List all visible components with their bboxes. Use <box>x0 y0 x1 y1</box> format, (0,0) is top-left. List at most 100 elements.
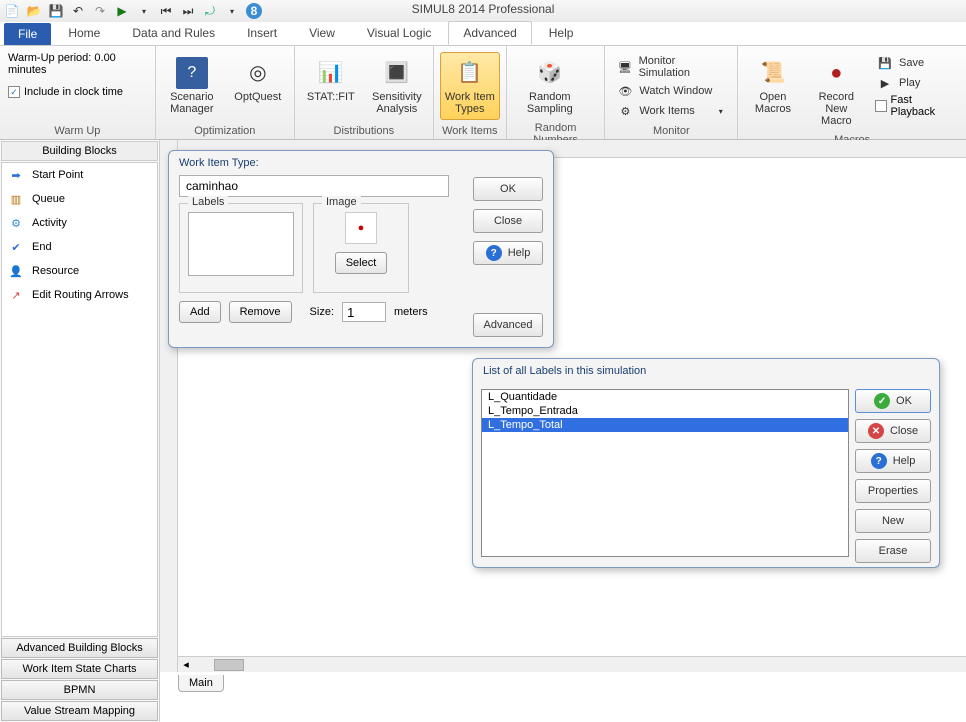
include-clock-checkbox[interactable]: ✓ Include in clock time <box>8 86 123 98</box>
close-button[interactable]: Close <box>473 209 543 233</box>
building-blocks-panel: Building Blocks ➡Start Point ▥Queue ⚙Act… <box>0 140 160 722</box>
sidebar-item-end[interactable]: ✔End <box>2 235 157 259</box>
workitem-icon: 📋 <box>454 57 486 89</box>
dropdown-icon[interactable]: ▾ <box>224 3 240 19</box>
labels-listbox[interactable] <box>188 212 294 276</box>
watch-icon: 👁 <box>617 83 633 99</box>
file-tab[interactable]: File <box>4 23 51 45</box>
select-image-button[interactable]: Select <box>335 252 388 274</box>
macros-icon: 📜 <box>757 57 789 89</box>
play-icon: ▶ <box>877 75 893 91</box>
record-macro-button[interactable]: ● Record New Macro <box>808 52 865 132</box>
tab-insert[interactable]: Insert <box>232 21 292 45</box>
open-macros-button[interactable]: 📜 Open Macros <box>744 52 801 120</box>
ribbon: Warm-Up period: 0.00 minutes ✓ Include i… <box>0 46 966 140</box>
optquest-button[interactable]: ◎ OptQuest <box>228 52 288 108</box>
tab-home[interactable]: Home <box>53 21 115 45</box>
work-item-name-input[interactable] <box>179 175 449 197</box>
scenario-manager-button[interactable]: ? Scenario Manager <box>162 52 222 120</box>
save-icon[interactable]: 💾 <box>48 3 64 19</box>
sidebar-item-routing[interactable]: ↗Edit Routing Arrows <box>2 283 157 307</box>
save-macro-button[interactable]: 💾Save <box>875 54 956 72</box>
horizontal-scrollbar[interactable]: ◂ <box>178 656 966 672</box>
labels-list-dialog: List of all Labels in this simulation L_… <box>472 358 940 568</box>
size-unit: meters <box>394 306 428 318</box>
chevron-down-icon: ▾ <box>719 107 723 116</box>
person-icon: 👤 <box>8 263 24 279</box>
tab-visual-logic[interactable]: Visual Logic <box>352 21 447 45</box>
labels-erase-button[interactable]: Erase <box>855 539 931 563</box>
monitor-simulation-button[interactable]: 🖥Monitor Simulation <box>615 54 727 80</box>
skip-fwd-icon[interactable]: ⏭ <box>180 3 196 19</box>
sidebar-item-queue[interactable]: ▥Queue <box>2 187 157 211</box>
redo-icon[interactable]: ↷ <box>92 3 108 19</box>
tab-data-rules[interactable]: Data and Rules <box>117 21 230 45</box>
sidebar-item-activity[interactable]: ⚙Activity <box>2 211 157 235</box>
tab-help[interactable]: Help <box>534 21 589 45</box>
sensitivity-icon: 🔳 <box>381 57 413 89</box>
labels-simulation-listbox[interactable]: L_Quantidade L_Tempo_Entrada L_Tempo_Tot… <box>481 389 849 557</box>
work-items-dropdown[interactable]: ⚙Work Items▾ <box>615 102 727 120</box>
statfit-icon: 📊 <box>315 57 347 89</box>
building-blocks-header[interactable]: Building Blocks <box>1 141 158 161</box>
sidebar-item-start-point[interactable]: ➡Start Point <box>2 163 157 187</box>
run-icon[interactable]: ▶ <box>114 3 130 19</box>
work-item-state-charts-button[interactable]: Work Item State Charts <box>1 659 158 679</box>
group-workitems: Work Items <box>440 123 500 139</box>
reset-icon[interactable]: ⤾ <box>202 3 218 19</box>
undo-icon[interactable]: ↶ <box>70 3 86 19</box>
target-icon: ◎ <box>242 57 274 89</box>
dialog-title: Work Item Type: <box>169 151 553 171</box>
bpmn-button[interactable]: BPMN <box>1 680 158 700</box>
save-icon: 💾 <box>877 55 893 71</box>
main-sheet-tab[interactable]: Main <box>178 675 224 692</box>
random-sampling-button[interactable]: 🎲 Random Sampling <box>513 52 587 120</box>
close-icon: ✕ <box>868 423 884 439</box>
gear-icon: ⚙ <box>617 103 633 119</box>
warmup-period-label: Warm-Up period: 0.00 minutes <box>8 52 149 76</box>
image-preview: ● <box>345 212 377 244</box>
remove-label-button[interactable]: Remove <box>229 301 292 323</box>
group-distributions: Distributions <box>301 123 427 139</box>
watch-window-button[interactable]: 👁Watch Window <box>615 82 727 100</box>
list-item-selected[interactable]: L_Tempo_Total <box>482 418 848 432</box>
skip-back-icon[interactable]: ⏮ <box>158 3 174 19</box>
group-optimization: Optimization <box>162 123 288 139</box>
queue-icon: ▥ <box>8 191 24 207</box>
tab-view[interactable]: View <box>294 21 350 45</box>
help-button[interactable]: ?Help <box>473 241 543 265</box>
help-icon: ? <box>871 453 887 469</box>
size-input[interactable] <box>342 302 386 322</box>
list-item[interactable]: L_Tempo_Entrada <box>482 404 848 418</box>
value-stream-mapping-button[interactable]: Value Stream Mapping <box>1 701 158 721</box>
work-item-type-dialog: Work Item Type: Labels Image ● Select Ad… <box>168 150 554 348</box>
advanced-button[interactable]: Advanced <box>473 313 543 337</box>
labels-new-button[interactable]: New <box>855 509 931 533</box>
app-title: SIMUL8 2014 Professional <box>412 2 555 16</box>
add-label-button[interactable]: Add <box>179 301 221 323</box>
size-label: Size: <box>310 306 334 318</box>
statfit-button[interactable]: 📊 STAT::FIT <box>301 52 361 108</box>
arrow-icon: ➡ <box>8 167 24 183</box>
help-icon: ? <box>486 245 502 261</box>
labels-properties-button[interactable]: Properties <box>855 479 931 503</box>
ok-button[interactable]: OK <box>473 177 543 201</box>
open-icon[interactable]: 📂 <box>26 3 42 19</box>
labels-help-button[interactable]: ?Help <box>855 449 931 473</box>
work-item-types-button[interactable]: 📋 Work Item Types <box>440 52 500 120</box>
sensitivity-button[interactable]: 🔳 Sensitivity Analysis <box>367 52 427 120</box>
group-monitor: Monitor <box>611 123 731 139</box>
dropdown-icon[interactable]: ▾ <box>136 3 152 19</box>
eight-icon[interactable]: 8 <box>246 3 262 19</box>
labels-close-button[interactable]: ✕Close <box>855 419 931 443</box>
labels-ok-button[interactable]: ✓OK <box>855 389 931 413</box>
tab-advanced[interactable]: Advanced <box>448 21 531 45</box>
play-macro-button[interactable]: ▶Play <box>875 74 956 92</box>
scenario-icon: ? <box>176 57 208 89</box>
list-item[interactable]: L_Quantidade <box>482 390 848 404</box>
new-icon[interactable]: 📄 <box>4 3 20 19</box>
advanced-building-blocks-button[interactable]: Advanced Building Blocks <box>1 638 158 658</box>
sidebar-item-resource[interactable]: 👤Resource <box>2 259 157 283</box>
fast-playback-checkbox[interactable]: Fast Playback <box>875 94 956 118</box>
labels-caption: Labels <box>188 196 228 208</box>
